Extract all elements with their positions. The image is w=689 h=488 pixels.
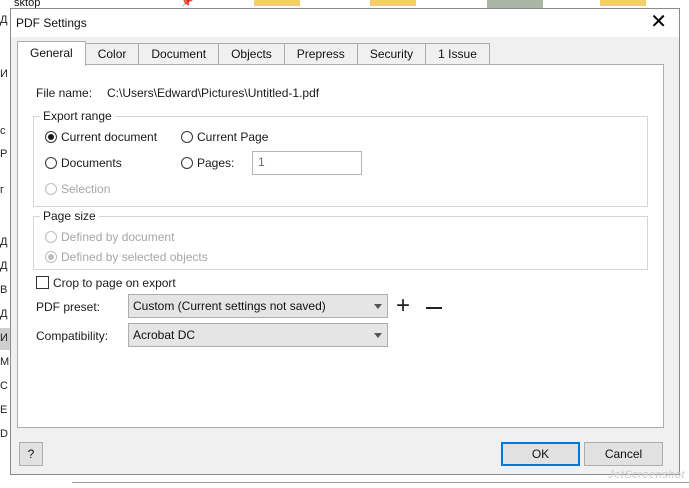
folder-thumbnail (254, 0, 300, 6)
current-document-label[interactable]: Current document (61, 130, 157, 144)
current-document-radio[interactable] (45, 131, 57, 143)
tab-bar: General Color Document Objects Prepress … (17, 41, 490, 66)
tab-general[interactable]: General (17, 41, 86, 66)
selection-label[interactable]: Selection (61, 182, 110, 196)
dialog-title: PDF Settings (16, 16, 87, 30)
current-page-radio[interactable] (181, 131, 193, 143)
export-range-group: Export range Current document Current Pa… (33, 109, 648, 207)
watermark-logo: JetScreenshot (608, 469, 685, 481)
tab-issues[interactable]: 1 Issue (425, 43, 490, 65)
general-panel: File name: C:\Users\Edward\Pictures\Unti… (17, 64, 664, 428)
defined-by-document-label[interactable]: Defined by document (61, 230, 174, 244)
current-page-label[interactable]: Current Page (197, 130, 268, 144)
pages-radio[interactable] (181, 157, 193, 169)
pages-input[interactable]: 1 (252, 151, 362, 175)
defined-by-document-radio[interactable] (45, 231, 57, 243)
tab-objects[interactable]: Objects (218, 43, 285, 65)
chevron-down-icon (374, 304, 382, 309)
folder-thumbnail (600, 0, 646, 6)
remove-preset-icon[interactable] (426, 307, 442, 309)
pdf-preset-label: PDF preset: (36, 300, 101, 314)
page-size-group: Page size Defined by document Defined by… (33, 209, 648, 270)
crop-to-page-label[interactable]: Crop to page on export (53, 276, 176, 290)
defined-by-selected-radio[interactable] (45, 251, 57, 263)
ok-button[interactable]: OK (501, 442, 580, 466)
image-thumbnail (487, 0, 543, 8)
pdf-settings-dialog: PDF Settings ✕ General Color Document Ob… (10, 8, 680, 475)
tab-document[interactable]: Document (138, 43, 220, 65)
file-name-value: C:\Users\Edward\Pictures\Untitled-1.pdf (107, 86, 320, 100)
add-preset-icon[interactable]: + (396, 294, 410, 318)
pages-label[interactable]: Pages: (197, 156, 234, 170)
crop-to-page-checkbox[interactable] (36, 276, 49, 289)
page-size-title: Page size (40, 209, 99, 223)
export-range-title: Export range (40, 109, 115, 123)
pin-icon: 📌 (181, 0, 194, 8)
cancel-button[interactable]: Cancel (584, 442, 663, 466)
tab-security[interactable]: Security (356, 43, 427, 65)
background-divider (72, 482, 689, 483)
defined-by-selected-label[interactable]: Defined by selected objects (61, 250, 208, 264)
help-button[interactable]: ? (19, 442, 43, 466)
compatibility-select[interactable]: Acrobat DC (128, 323, 388, 347)
tab-color[interactable]: Color (84, 43, 140, 65)
close-icon[interactable]: ✕ (650, 10, 667, 34)
file-name-label: File name: (36, 86, 93, 100)
documents-radio[interactable] (45, 157, 57, 169)
selection-radio[interactable] (45, 183, 57, 195)
folder-thumbnail (370, 0, 416, 6)
pdf-preset-value: Custom (Current settings not saved) (133, 299, 326, 313)
compatibility-value: Acrobat DC (133, 328, 196, 342)
pdf-preset-select[interactable]: Custom (Current settings not saved) (128, 294, 388, 318)
compatibility-label: Compatibility: (36, 329, 109, 343)
chevron-down-icon (374, 333, 382, 338)
documents-label[interactable]: Documents (61, 156, 122, 170)
tab-prepress[interactable]: Prepress (283, 43, 358, 65)
title-bar: PDF Settings ✕ (11, 9, 679, 37)
